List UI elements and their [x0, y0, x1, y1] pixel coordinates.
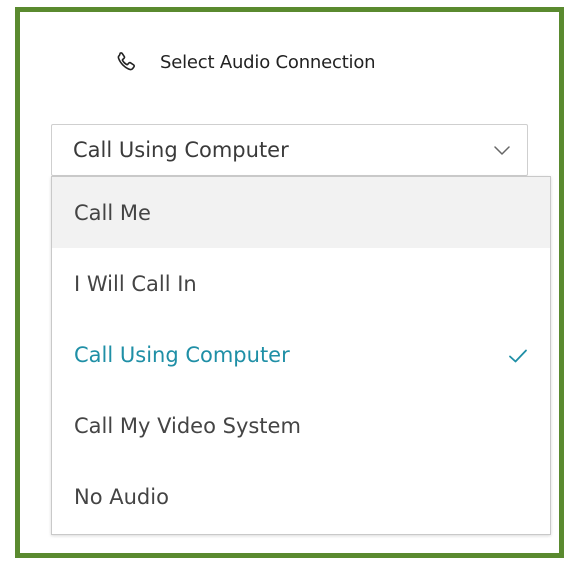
- option-label: Call Me: [74, 200, 151, 225]
- checkmark-icon: [508, 345, 528, 363]
- phone-icon: [114, 50, 138, 74]
- audio-connection-select[interactable]: Call Using Computer: [51, 124, 528, 176]
- option-label: I Will Call In: [74, 271, 197, 296]
- option-i-will-call-in[interactable]: I Will Call In: [52, 248, 550, 319]
- panel-header: Select Audio Connection: [114, 47, 376, 77]
- audio-connection-panel: Select Audio Connection Call Using Compu…: [15, 7, 564, 558]
- option-label: Call Using Computer: [74, 342, 290, 367]
- chevron-down-icon[interactable]: [493, 141, 511, 159]
- option-call-my-video-system[interactable]: Call My Video System: [52, 390, 550, 461]
- option-call-me[interactable]: Call Me: [52, 177, 550, 248]
- panel-title: Select Audio Connection: [160, 51, 376, 73]
- option-call-using-computer[interactable]: Call Using Computer: [52, 319, 550, 390]
- select-current-value: Call Using Computer: [73, 138, 289, 162]
- option-no-audio[interactable]: No Audio: [52, 461, 550, 532]
- option-label: Call My Video System: [74, 413, 301, 438]
- option-label: No Audio: [74, 484, 169, 509]
- audio-options-dropdown: Call Me I Will Call In Call Using Comput…: [51, 176, 551, 535]
